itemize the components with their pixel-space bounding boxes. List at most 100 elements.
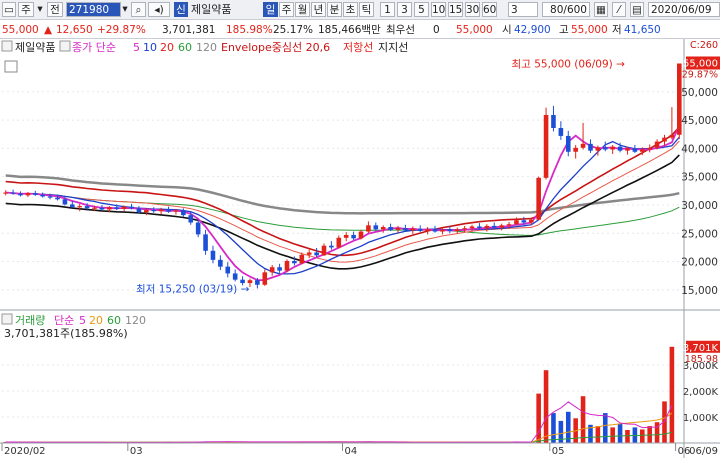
volume-ratio: 185.98% <box>226 24 273 36</box>
chart-area[interactable]: 제일약품 종가 단순 5 10 20 60 120 Envelope중심선 20… <box>0 39 720 458</box>
candle-body <box>210 250 216 260</box>
legend-box-icon[interactable] <box>1 313 13 325</box>
candle-body <box>77 206 83 208</box>
legend-ma-label: 종가 단순 <box>72 41 116 54</box>
price-tick-label: 30,000 <box>681 200 718 212</box>
legend-stock: 제일약품 <box>15 40 55 54</box>
candle-body <box>343 234 349 238</box>
candle-body <box>373 225 379 230</box>
low-price: 41,650 <box>624 24 661 36</box>
candle-body <box>528 219 534 223</box>
candle-body <box>129 206 134 209</box>
candle-body <box>314 252 319 256</box>
count-input[interactable]: 80/600 <box>542 2 590 17</box>
candle-body <box>662 137 667 142</box>
interval-button-60[interactable]: 60 <box>482 2 497 17</box>
volume-bar <box>551 413 556 443</box>
interval-button-3[interactable]: 3 <box>397 2 412 17</box>
candle-body <box>447 229 453 231</box>
candle-body <box>388 227 393 230</box>
legend-box-icon[interactable] <box>1 40 13 52</box>
legend-box-icon[interactable] <box>59 40 71 52</box>
candle-body <box>625 148 630 151</box>
candle-body <box>417 228 423 231</box>
candle-body <box>366 225 371 232</box>
volume-bar <box>610 427 615 443</box>
new-icon[interactable]: 신 <box>174 2 188 17</box>
date-label: 05 <box>552 446 565 457</box>
interval-button-10[interactable]: 10 <box>431 2 446 17</box>
interval-button-5[interactable]: 5 <box>414 2 429 17</box>
date-label: 2020/02 <box>4 446 46 457</box>
period-button-6[interactable]: 틱 <box>359 2 374 17</box>
candle-body <box>99 207 105 210</box>
candle-body <box>232 273 238 280</box>
period-type[interactable]: 전 <box>47 2 63 17</box>
candle-body <box>3 192 8 194</box>
speaker-icon[interactable]: ◂) <box>148 2 170 17</box>
price-chart[interactable]: 제일약품 종가 단순 5 10 20 60 120 Envelope중심선 20… <box>0 39 720 458</box>
period-button-5[interactable]: 초 <box>343 2 358 17</box>
candle-body <box>262 272 268 285</box>
candle-body <box>410 228 416 231</box>
volume-legend-ma-label: 단순 <box>54 314 74 327</box>
turnover-rate: 25.17% <box>273 24 314 36</box>
period-button-1[interactable]: 주 <box>279 2 294 17</box>
period-button-4[interactable]: 분 <box>327 2 342 17</box>
grid-icon[interactable]: ▦ <box>594 2 608 17</box>
high-label: 고 <box>559 24 569 36</box>
legend-ma-60: 60 <box>178 41 192 54</box>
interval-button-1[interactable]: 1 <box>380 2 395 17</box>
period-button-0[interactable]: 일 <box>263 2 278 17</box>
candle-body <box>514 220 519 225</box>
period-button-3[interactable]: 년 <box>311 2 326 17</box>
calendar-icon[interactable]: ▤ <box>630 2 644 17</box>
interval-button-15[interactable]: 15 <box>448 2 463 17</box>
open-price: 42,900 <box>514 24 551 36</box>
interval-input[interactable]: 3 <box>508 2 538 17</box>
volume-tick-label: 1,000K <box>683 413 719 424</box>
date-label: 06/09 <box>689 446 718 457</box>
candle-body <box>107 207 112 210</box>
date-input[interactable]: 2020/06/09 <box>648 2 720 17</box>
candle-body <box>269 267 275 273</box>
volume-bar <box>602 413 608 443</box>
grid-toggle-icon[interactable] <box>4 60 18 73</box>
volume-ma-120: 120 <box>125 314 146 327</box>
candle-body <box>329 245 334 248</box>
candle-body <box>358 231 364 239</box>
volume-bar <box>595 426 601 443</box>
chart-type-icon[interactable]: ▭ <box>2 2 16 17</box>
chevron-down-icon[interactable]: ▾ <box>35 2 45 17</box>
interval-button-30[interactable]: 30 <box>465 2 480 17</box>
stock-code-input[interactable]: 271980 <box>66 2 121 17</box>
price-tick-label: 45,000 <box>681 115 718 127</box>
chevron-down-icon[interactable]: ▾ <box>121 2 129 17</box>
candle-body <box>321 245 327 256</box>
current-price: 55,000 <box>2 24 39 36</box>
candle-body <box>521 220 527 223</box>
legend-resistance: 저항선 <box>343 41 373 54</box>
legend-envelope: Envelope중심선 20,6 <box>221 41 330 54</box>
candle-body <box>454 229 460 231</box>
volume-ratio-label: 185.98 <box>685 354 718 365</box>
last-volume-label: 3,701K <box>683 343 719 354</box>
candle-body <box>536 177 541 220</box>
chart-type-label[interactable]: 주 <box>18 2 34 17</box>
candle-body <box>565 135 571 152</box>
change-percent: +29.87% <box>97 24 146 36</box>
candle-body <box>166 209 171 212</box>
legend-ma-5: 5 <box>133 41 140 54</box>
open-label: 시 <box>502 24 512 36</box>
period-button-2[interactable]: 월 <box>295 2 310 17</box>
search-icon[interactable]: ⌕ <box>131 2 146 17</box>
candle-body <box>580 143 586 148</box>
low-annotation: 최저 15,250 (03/19) → <box>136 283 250 295</box>
price-tick-label: 25,000 <box>681 228 718 240</box>
volume-bar <box>580 396 586 443</box>
trend-icon[interactable]: ⁄ <box>612 2 626 17</box>
stock-name: 제일약품 <box>191 3 232 16</box>
candle-body <box>121 206 127 209</box>
volume-ma-20: 20 <box>89 314 103 327</box>
candle-body <box>432 229 438 232</box>
